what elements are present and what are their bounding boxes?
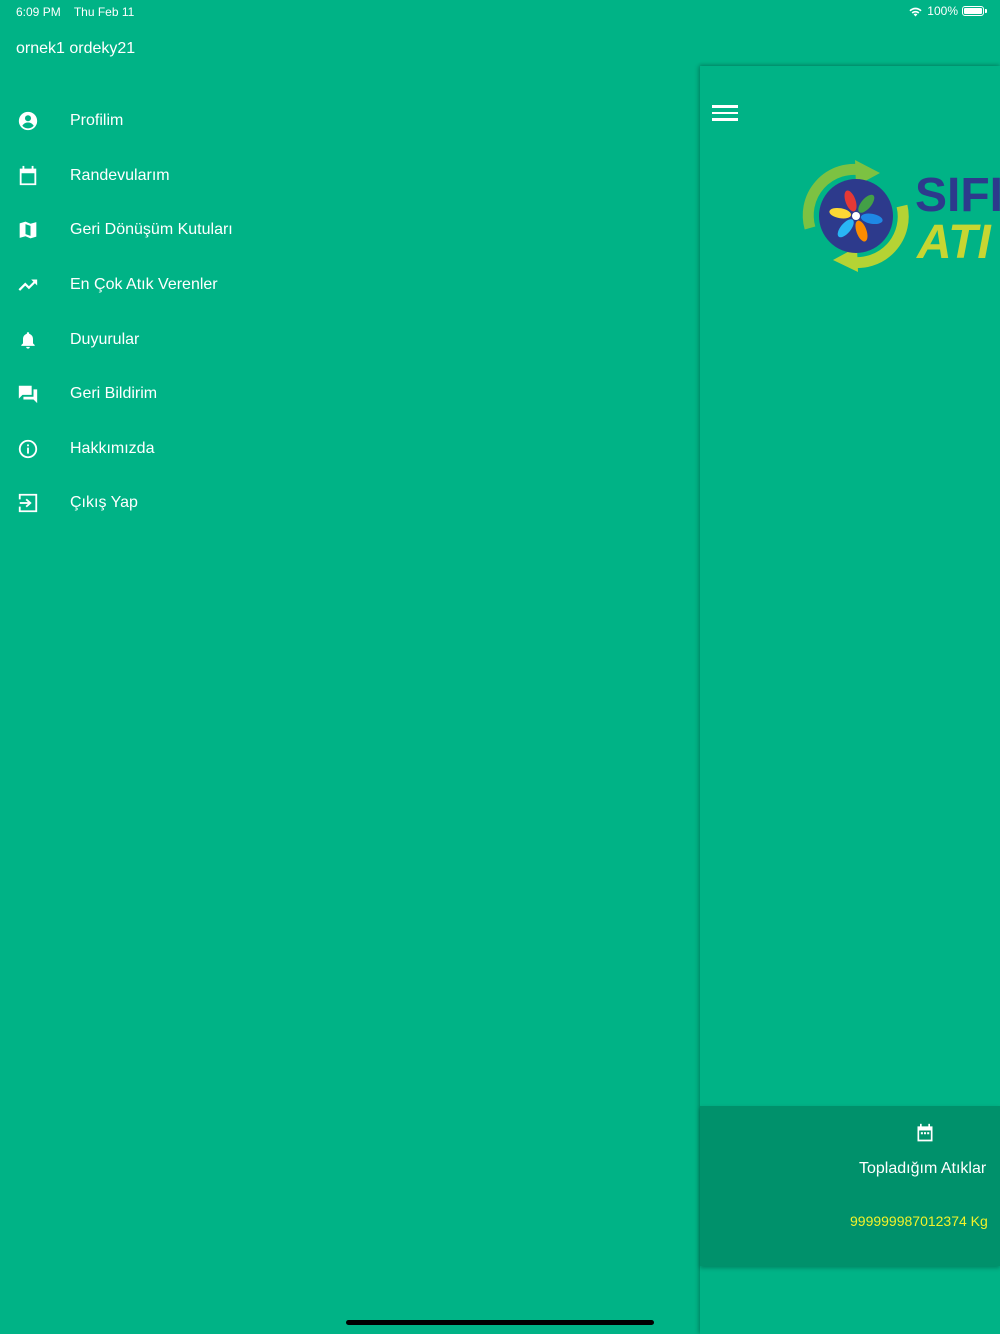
user-name: ornek1 ordeky21 [16,40,136,57]
menu-item-hakkimizda[interactable]: Hakkımızda [0,422,700,477]
menu-item-cikis-yap[interactable]: Çıkış Yap [0,476,700,531]
battery-icon [962,6,987,16]
menu-label: Çıkış Yap [70,494,138,512]
stats-title: Topladığım Atıklar [859,1160,987,1177]
menu-label: Geri Bildirim [70,385,158,403]
trending-up-icon [16,273,40,297]
logo-line1: SIFI [915,169,1000,222]
battery-percent: 100% [927,4,958,18]
menu-icon[interactable] [712,102,738,122]
logo-line2: ATI [916,216,992,269]
menu-item-geri-bildirim[interactable]: Geri Bildirim [0,367,700,422]
logout-icon [16,491,40,515]
account-circle-icon [16,109,40,133]
menu-label: En Çok Atık Verenler [70,276,218,294]
menu-item-profilim[interactable]: Profilim [0,94,700,149]
menu-label: Profilim [70,112,124,130]
map-icon [16,218,40,242]
info-icon [16,437,40,461]
stats-value: 999999987012374 Kg [850,1213,988,1229]
calendar-icon [917,1123,933,1142]
app-logo: SIFI ATI [800,158,1000,276]
menu-item-randevularim[interactable]: Randevularım [0,149,700,204]
menu-label: Geri Dönüşüm Kutuları [70,221,233,239]
menu-label: Hakkımızda [70,439,155,457]
collected-waste-card: Topladığım Atıklar 999999987012374 Kg [700,1106,1000,1266]
calendar-icon [16,164,40,188]
bell-icon [16,328,40,352]
menu-item-geri-donusum-kutulari[interactable]: Geri Dönüşüm Kutuları [0,203,700,258]
menu-item-en-cok-atik-verenler[interactable]: En Çok Atık Verenler [0,258,700,313]
chat-icon [16,382,40,406]
menu-label: Randevularım [70,166,170,184]
menu-label: Duyurular [70,330,140,348]
wifi-icon [909,7,922,16]
drawer-menu: Profilim Randevularım Geri Dönüşüm Kutul… [0,94,700,531]
navigation-drawer: ornek1 ordeky21 Profilim Randevularım Ge… [0,0,700,1334]
home-indicator[interactable] [346,1320,654,1325]
menu-item-duyurular[interactable]: Duyurular [0,312,700,367]
main-content-panel: SIFI ATI Topladığım Atıklar 999999987012… [700,66,1000,1334]
